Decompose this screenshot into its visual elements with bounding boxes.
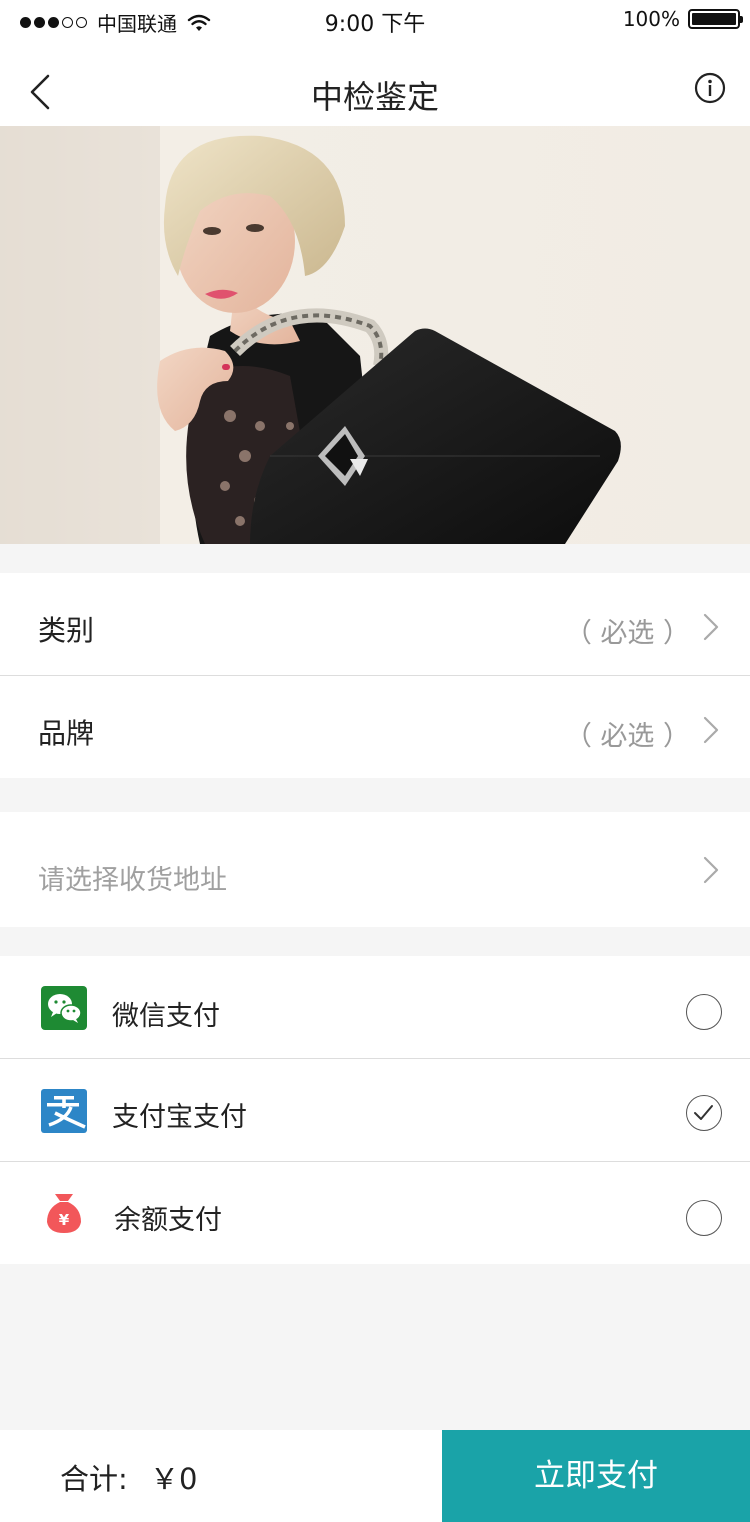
model-handbag-illustration	[0, 126, 750, 544]
chevron-right-icon	[703, 856, 719, 884]
radio-unselected[interactable]	[686, 1200, 722, 1236]
payment-option-label: 微信支付	[112, 1001, 220, 1032]
brand-label: 品牌	[38, 717, 95, 750]
money-bag-icon: ¥	[47, 1194, 81, 1233]
payment-method-section: 微信支付 支付宝支付 ¥ 余额支付	[0, 956, 750, 1264]
wechat-icon	[41, 986, 87, 1030]
checkmark-icon	[694, 1105, 713, 1120]
chevron-right-icon	[703, 613, 719, 641]
navigation-bar: 中检鉴定	[0, 40, 750, 126]
status-right: 100%	[622, 7, 743, 31]
address-section: 请选择收货地址	[0, 812, 750, 927]
total-amount: ￥0	[150, 1462, 198, 1496]
category-row[interactable]: 类别 （ 必选 ）	[0, 573, 750, 676]
pay-now-button[interactable]: 立即支付	[442, 1430, 750, 1522]
payment-option-balance[interactable]: ¥ 余额支付	[0, 1162, 750, 1264]
payment-option-wechat[interactable]: 微信支付	[0, 956, 750, 1059]
category-label: 类别	[38, 614, 95, 647]
status-bar: 中国联通 9:00 下午 100%	[0, 0, 750, 40]
checkout-bar: 合计: ￥0 立即支付	[0, 1430, 750, 1522]
radio-selected[interactable]	[686, 1095, 722, 1131]
hero-banner-image	[0, 126, 750, 544]
battery-percentage: 100%	[622, 7, 680, 31]
total-label: 合计:	[60, 1462, 128, 1496]
svg-text:¥: ¥	[59, 1211, 70, 1229]
brand-value: （ 必选 ）	[564, 721, 690, 752]
address-row[interactable]: 请选择收货地址	[0, 812, 750, 927]
payment-option-alipay[interactable]: 支付宝支付	[0, 1059, 750, 1162]
radio-unselected[interactable]	[686, 994, 722, 1030]
category-value: （ 必选 ）	[564, 618, 690, 649]
brand-row[interactable]: 品牌 （ 必选 ）	[0, 676, 750, 778]
payment-option-label: 支付宝支付	[112, 1102, 247, 1133]
page-title: 中检鉴定	[310, 78, 439, 116]
chevron-right-icon	[703, 716, 719, 744]
alipay-icon	[41, 1089, 87, 1133]
address-placeholder: 请选择收货地址	[38, 865, 227, 896]
payment-option-label: 余额支付	[114, 1205, 222, 1236]
product-selection-section: 类别 （ 必选 ） 品牌 （ 必选 ）	[0, 573, 750, 778]
info-icon[interactable]	[694, 72, 726, 104]
battery-icon	[688, 9, 743, 29]
